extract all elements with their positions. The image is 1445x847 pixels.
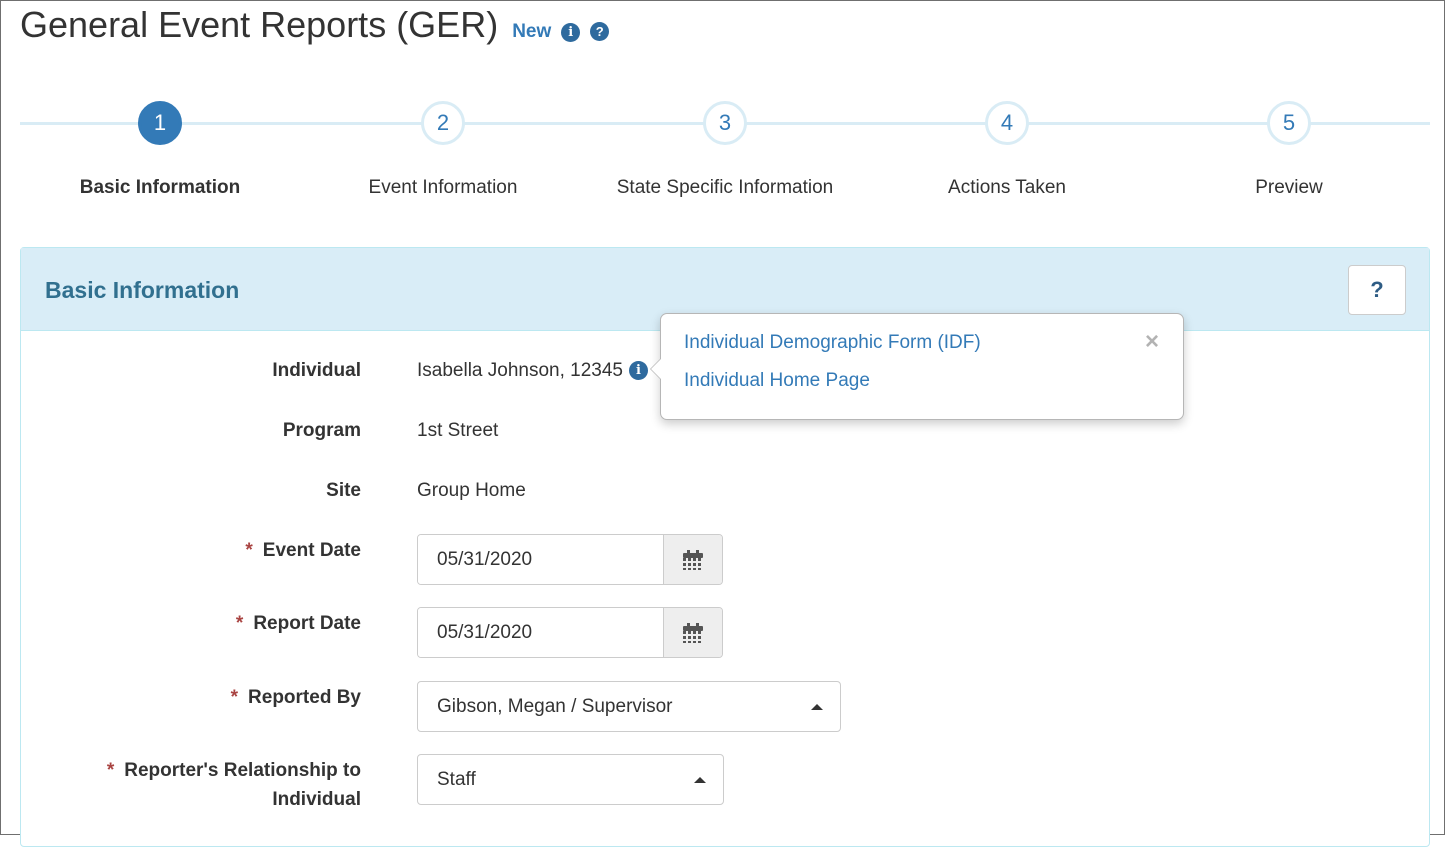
- event-date-input[interactable]: [418, 535, 663, 584]
- event-date-label-text: Event Date: [262, 540, 361, 561]
- step-number: 4: [985, 101, 1029, 145]
- reported-by-value: Gibson, Megan / Supervisor: [437, 696, 673, 717]
- step-label: Actions Taken: [948, 177, 1066, 198]
- required-marker: *: [106, 760, 115, 781]
- step-actions-taken[interactable]: 4 Actions Taken: [857, 101, 1157, 199]
- step-number: 1: [138, 101, 182, 145]
- individual-label: Individual: [272, 360, 361, 381]
- reported-by-label: * Reported By: [31, 683, 361, 712]
- event-date-calendar-button[interactable]: [663, 535, 722, 584]
- site-label: Site: [31, 476, 361, 505]
- relationship-label: * Reporter's Relationship to Individual: [31, 756, 361, 814]
- required-marker: *: [235, 613, 244, 634]
- step-label: State Specific Information: [616, 177, 834, 198]
- individual-home-page-link[interactable]: Individual Home Page: [684, 370, 870, 392]
- site-value: Group Home: [417, 480, 526, 501]
- event-date-label: * Event Date: [31, 536, 361, 565]
- page-title: General Event Reports (GER): [20, 4, 499, 45]
- caret-up-icon: [694, 777, 706, 783]
- caret-up-icon: [811, 704, 823, 710]
- step-label: Event Information: [368, 177, 518, 198]
- individual-value: Isabella Johnson, 12345 i: [417, 356, 648, 385]
- individual-name: Isabella Johnson, 12345: [417, 360, 623, 381]
- step-state-specific-information[interactable]: 3 State Specific Information: [575, 101, 875, 199]
- help-button[interactable]: ?: [1348, 265, 1406, 315]
- step-number: 5: [1267, 101, 1311, 145]
- report-date-input[interactable]: [418, 608, 663, 657]
- step-label: Preview: [1255, 177, 1323, 198]
- calendar-icon: [683, 549, 703, 570]
- reported-by-select[interactable]: Gibson, Megan / Supervisor: [417, 681, 841, 732]
- status-new-label: New: [512, 21, 552, 42]
- reported-by-label-text: Reported By: [248, 687, 361, 708]
- popover-arrow: [650, 358, 661, 380]
- step-number: 2: [421, 101, 465, 145]
- event-date-group: [417, 534, 723, 585]
- relationship-value: Staff: [437, 769, 476, 790]
- required-marker: *: [230, 687, 239, 708]
- report-date-label: * Report Date: [31, 609, 361, 638]
- close-icon[interactable]: ×: [1145, 330, 1159, 354]
- report-date-label-text: Report Date: [253, 613, 361, 634]
- required-marker: *: [245, 540, 253, 561]
- step-number: 3: [703, 101, 747, 145]
- calendar-icon: [683, 622, 703, 643]
- step-basic-information[interactable]: 1 Basic Information: [10, 101, 310, 199]
- question-circle-icon[interactable]: ?: [590, 22, 610, 41]
- relationship-select[interactable]: Staff: [417, 754, 724, 805]
- step-preview[interactable]: 5 Preview: [1139, 101, 1439, 199]
- page-header: General Event Reports (GER) New i ?: [20, 4, 610, 48]
- individual-info-icon[interactable]: i: [629, 361, 648, 380]
- panel-title: Basic Information: [45, 277, 240, 303]
- individual-popover: Individual Demographic Form (IDF) Indivi…: [650, 313, 1184, 420]
- relationship-label-line2: Individual: [272, 789, 361, 810]
- info-circle-icon[interactable]: i: [561, 23, 581, 42]
- step-label: Basic Information: [79, 177, 241, 198]
- program-label: Program: [282, 420, 361, 441]
- site-label-text: Site: [326, 480, 361, 501]
- report-date-calendar-button[interactable]: [663, 608, 722, 657]
- report-date-group: [417, 607, 723, 658]
- step-event-information[interactable]: 2 Event Information: [293, 101, 593, 199]
- program-value: 1st Street: [417, 420, 499, 441]
- relationship-label-line1: Reporter's Relationship to: [124, 760, 361, 781]
- idf-link[interactable]: Individual Demographic Form (IDF): [684, 332, 981, 354]
